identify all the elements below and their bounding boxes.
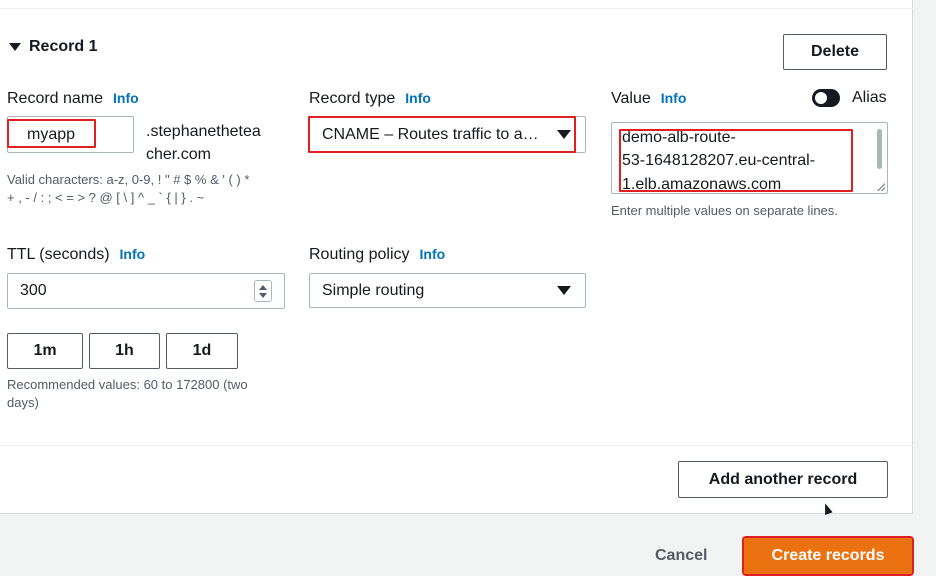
record-name-hint-line1: Valid characters: a-z, 0-9, ! " # $ % & … [7, 172, 250, 187]
ttl-1d-button[interactable]: 1d [166, 333, 238, 369]
record-panel: Record 1 Delete Record name Info myapp .s… [0, 0, 913, 514]
value-hint: Enter multiple values on separate lines. [611, 203, 838, 218]
routing-label-row: Routing policy Info [309, 246, 445, 264]
domain-suffix-line1: .stephanethetea [146, 123, 261, 140]
ttl-1m-button[interactable]: 1m [7, 333, 83, 369]
routing-label: Routing policy [309, 246, 410, 263]
alias-toggle-row[interactable]: Alias [812, 89, 887, 107]
domain-suffix-line2: cher.com [146, 146, 211, 163]
record-type-label-row: Record type Info [309, 90, 431, 108]
section-divider [0, 445, 913, 446]
value-label: Value [611, 90, 651, 107]
routing-info-link[interactable]: Info [420, 246, 446, 262]
record-name-hint: Valid characters: a-z, 0-9, ! " # $ % & … [7, 171, 297, 207]
record-name-label-row: Record name Info [7, 90, 139, 108]
routing-value: Simple routing [322, 281, 425, 299]
delete-button[interactable]: Delete [783, 34, 887, 70]
value-info-link[interactable]: Info [661, 90, 687, 106]
record-name-highlight [7, 119, 96, 148]
routing-policy-select[interactable]: Simple routing [309, 273, 586, 308]
ttl-hint-line1: Recommended values: 60 to 172800 (two [7, 377, 248, 392]
value-highlight [619, 129, 853, 192]
alias-toggle[interactable] [812, 89, 840, 107]
record-type-label: Record type [309, 90, 396, 107]
caret-down-icon[interactable] [9, 43, 21, 51]
record-name-hint-line2: + , - / : ; < = > ? @ [ \ ] ^ _ ` { | } … [7, 190, 205, 205]
ttl-hint-line2: days) [7, 395, 39, 410]
ttl-hint: Recommended values: 60 to 172800 (two da… [7, 376, 297, 412]
ttl-value: 300 [20, 282, 47, 299]
stepper-icon[interactable] [254, 280, 272, 302]
record-type-info-link[interactable]: Info [405, 90, 431, 106]
add-another-record-button[interactable]: Add another record [678, 461, 888, 498]
resize-grip-icon[interactable] [877, 183, 885, 191]
value-label-row: Value Info [611, 90, 686, 108]
domain-suffix: .stephanethetea cher.com [146, 120, 261, 166]
ttl-label: TTL (seconds) [7, 246, 110, 263]
ttl-1h-button[interactable]: 1h [89, 333, 160, 369]
alias-label: Alias [852, 89, 887, 106]
record-type-highlight [308, 116, 576, 153]
record-title: Record 1 [29, 38, 98, 55]
record-name-info-link[interactable]: Info [113, 90, 139, 106]
create-records-button[interactable]: Create records [742, 536, 914, 576]
cancel-button[interactable]: Cancel [655, 547, 707, 565]
ttl-input[interactable]: 300 [7, 273, 285, 309]
record-name-label: Record name [7, 90, 104, 107]
ttl-label-row: TTL (seconds) Info [7, 246, 145, 264]
ttl-info-link[interactable]: Info [120, 246, 146, 262]
dropdown-arrow-icon [557, 286, 571, 295]
record-header[interactable]: Record 1 [9, 38, 97, 56]
top-divider [0, 8, 913, 9]
textarea-scrollbar[interactable] [877, 129, 882, 169]
